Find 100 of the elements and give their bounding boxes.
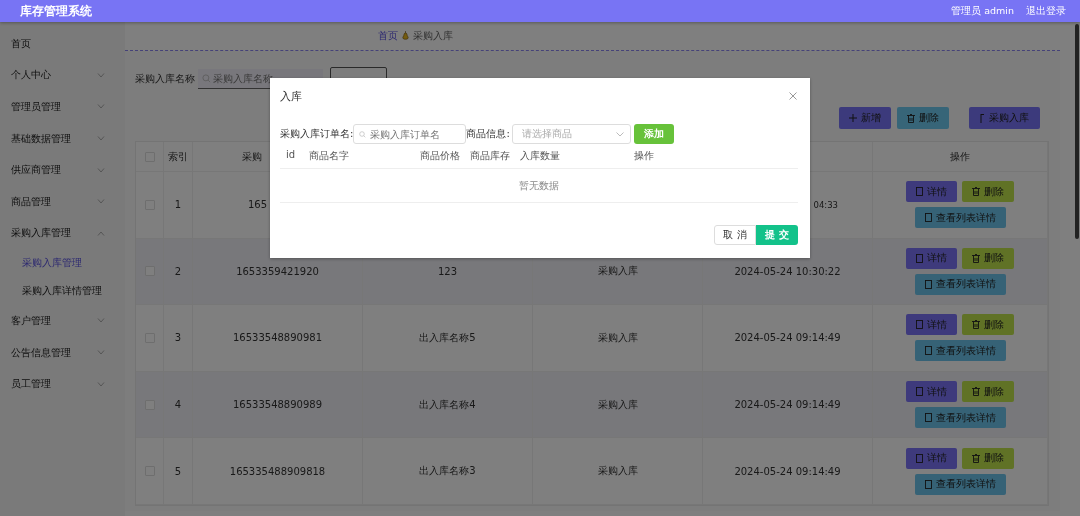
- list-details-button[interactable]: 查看列表详情: [914, 207, 1006, 229]
- sidebar-item[interactable]: 首页: [0, 28, 125, 60]
- document-icon: [916, 453, 923, 463]
- trash-icon: [972, 187, 980, 197]
- list-details-button[interactable]: 查看列表详情: [914, 273, 1006, 295]
- trash-icon: [907, 113, 915, 123]
- document-icon: [924, 213, 932, 223]
- list-details-button[interactable]: 查看列表详情: [914, 340, 1006, 362]
- order-name-field[interactable]: 采购入库订单名: [370, 127, 461, 141]
- order-name-box[interactable]: 采购入库订单名: [353, 124, 467, 144]
- cancel-button[interactable]: 取 消: [714, 225, 756, 245]
- table-cell: 1: [164, 172, 193, 238]
- detail-button[interactable]: 详情: [906, 381, 957, 403]
- search-icon: [202, 74, 211, 83]
- document-icon: [916, 187, 923, 197]
- dialog-title: 入库: [280, 88, 302, 104]
- breadcrumb-link[interactable]: 采购入库: [413, 29, 453, 43]
- search-label: 采购入库名称: [135, 72, 195, 86]
- table-cell: 5: [164, 438, 193, 504]
- chevron-up-icon: [97, 230, 105, 236]
- add-button[interactable]: 添加: [633, 124, 674, 144]
- column-header: 入库数量: [520, 149, 560, 163]
- table-cell: 16533548890989: [193, 371, 363, 438]
- delete-button[interactable]: 删除: [962, 181, 1014, 203]
- goods-select[interactable]: 请选择商品: [511, 124, 631, 144]
- detail-button[interactable]: 详情: [906, 447, 957, 469]
- sidebar-item[interactable]: 客户管理: [0, 305, 125, 337]
- empty-text: 暂无数据: [519, 178, 559, 193]
- user-name: 管理员 admin: [951, 4, 1014, 18]
- chevron-down-icon: [97, 350, 105, 356]
- trash-icon: [972, 387, 980, 397]
- detail-button[interactable]: 详情: [906, 247, 957, 269]
- sidebar-item[interactable]: 采购入库管理: [0, 217, 125, 250]
- document-icon: [924, 279, 932, 289]
- table-cell: 采购入库: [533, 371, 703, 438]
- sidebar-subitem[interactable]: 采购入库详情管理: [0, 277, 125, 306]
- column-header: 商品库存: [470, 149, 510, 163]
- chevron-down-icon: [97, 381, 105, 387]
- table-cell: 2024-05-24 09:14:49: [703, 305, 873, 371]
- document-icon: [924, 346, 932, 356]
- stock-in-button[interactable]: 采购入库: [969, 107, 1040, 129]
- scrollbar[interactable]: [1075, 24, 1079, 239]
- column-header: 商品名字: [309, 149, 349, 163]
- chevron-down-icon: [97, 167, 105, 173]
- document-icon: [916, 387, 923, 397]
- breadcrumb-link[interactable]: 首页: [378, 29, 398, 43]
- list-details-button[interactable]: 查看列表详情: [914, 407, 1006, 429]
- sidebar-item[interactable]: 供应商管理: [0, 154, 125, 186]
- plus-icon: [849, 114, 857, 122]
- document-icon: [916, 253, 923, 263]
- list-details-button[interactable]: 查看列表详情: [914, 473, 1006, 495]
- column-header: 操作: [873, 142, 1048, 171]
- delete-button[interactable]: 删除: [962, 314, 1014, 336]
- chevron-down-icon: [615, 131, 624, 137]
- sidebar-item[interactable]: 公告信息管理: [0, 336, 125, 369]
- sidebar-item[interactable]: 管理员管理: [0, 91, 125, 123]
- trash-icon: [972, 453, 980, 463]
- sidebar-subitem[interactable]: 采购入库管理: [0, 249, 125, 278]
- document-icon: [924, 413, 932, 423]
- document-icon: [924, 479, 932, 489]
- delete-button[interactable]: 删除: [962, 447, 1014, 469]
- delete-button[interactable]: 删除: [962, 381, 1014, 403]
- chevron-down-icon: [97, 136, 105, 142]
- table-cell: 165335488909818: [193, 438, 363, 504]
- column-header: 商品价格: [420, 149, 460, 163]
- detail-button[interactable]: 详情: [906, 181, 957, 203]
- column-header: 采购: [242, 149, 262, 164]
- column-header: id: [286, 149, 296, 160]
- flag-icon: [980, 113, 985, 123]
- table-cell: 4: [164, 371, 193, 438]
- sidebar-item[interactable]: 基础数据管理: [0, 122, 125, 155]
- delete-button[interactable]: 删除: [897, 107, 949, 129]
- table-cell: 16533548890981: [193, 305, 363, 371]
- trash-icon: [972, 253, 980, 263]
- column-header: 操作: [634, 149, 654, 163]
- table-cell: 采购入库: [533, 305, 703, 371]
- app-title: 库存管理系统: [20, 2, 92, 20]
- delete-button[interactable]: 删除: [962, 247, 1014, 269]
- sidebar-item[interactable]: 商品管理: [0, 185, 125, 218]
- add-button[interactable]: 新增: [839, 107, 891, 129]
- table-cell: 2024-05-24 09:14:49: [703, 438, 873, 504]
- detail-button[interactable]: 详情: [906, 314, 957, 336]
- search-icon: [359, 129, 367, 139]
- chevron-down-icon: [97, 72, 105, 78]
- table-cell: 出入库名称4: [363, 371, 533, 438]
- trash-icon: [972, 320, 980, 330]
- table-cell: 2: [164, 238, 193, 305]
- chevron-down-icon: [97, 318, 105, 324]
- chevron-down-icon: [97, 199, 105, 205]
- pear-icon: [402, 31, 409, 41]
- sidebar-item[interactable]: 个人中心: [0, 59, 125, 92]
- submit-button[interactable]: 提 交: [756, 225, 798, 245]
- table-cell: 采购入库: [533, 438, 703, 504]
- close-icon[interactable]: [789, 92, 797, 100]
- goods-label: 商品信息:: [466, 127, 510, 141]
- sidebar-item[interactable]: 员工管理: [0, 368, 125, 400]
- order-label: 采购入库订单名:: [280, 127, 354, 141]
- document-icon: [916, 320, 923, 330]
- logout-link[interactable]: 退出登录: [1026, 4, 1066, 18]
- table-cell: 出入库名称5: [363, 305, 533, 371]
